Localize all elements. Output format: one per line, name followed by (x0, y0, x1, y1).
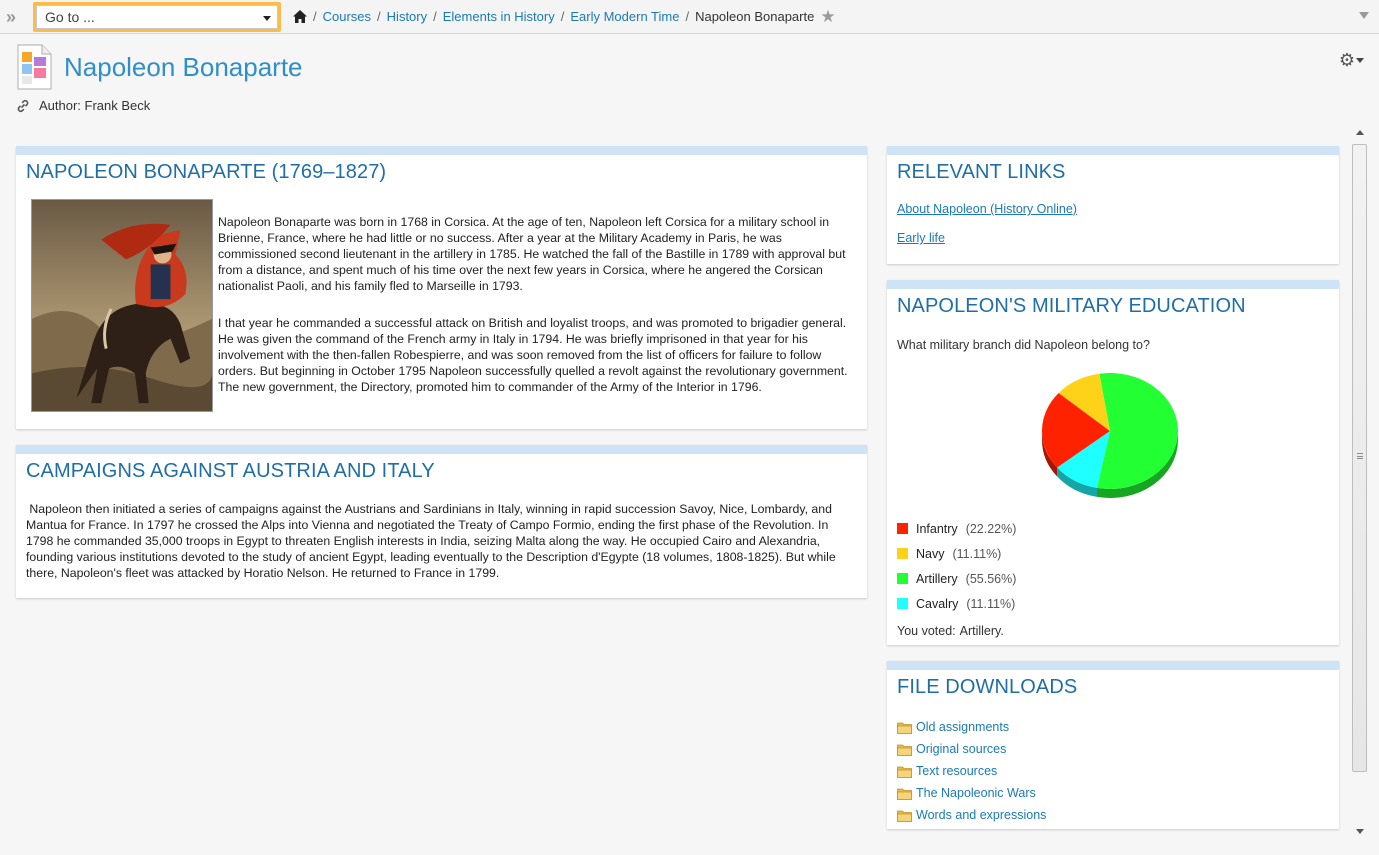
scrollbar-thumb[interactable] (1352, 144, 1367, 772)
legend-item-infantry: Infantry (22.22%) (897, 516, 1016, 541)
poll-voted-text: You voted: Artillery. (897, 624, 1004, 638)
home-icon[interactable] (293, 10, 307, 23)
breadcrumb-courses[interactable]: Courses (323, 9, 371, 24)
breadcrumb-early-modern-time[interactable]: Early Modern Time (570, 9, 679, 24)
page-type-icon (17, 44, 52, 90)
bio-card-title: NAPOLEON BONAPARTE (1769–1827) (26, 161, 387, 183)
file-label: Old assignments (916, 720, 1010, 734)
file-item[interactable]: Old assignments (897, 720, 1009, 734)
bio-text: Napoleon Bonaparte was born in 1768 in C… (218, 214, 858, 416)
relevant-links-card: RELEVANT LINKS About Napoleon (History O… (887, 146, 1339, 264)
poll-pie-chart (1042, 373, 1178, 498)
campaigns-card: CAMPAIGNS AGAINST AUSTRIA AND ITALY Napo… (16, 445, 867, 598)
breadcrumb-history[interactable]: History (387, 9, 427, 24)
goto-select[interactable]: Go to ... (36, 5, 278, 29)
page-title: Napoleon Bonaparte (64, 52, 303, 82)
author-text: Author: Frank Beck (39, 98, 151, 113)
legend-swatch (897, 573, 908, 584)
poll-legend: Infantry (22.22%) Navy (11.11%) Artillery (55… (897, 516, 1016, 616)
gear-menu-caret-icon[interactable] (1356, 58, 1364, 63)
napoleon-portrait-image (31, 199, 213, 412)
legend-item-artillery: Artillery (55.56%) (897, 566, 1016, 591)
collapse-chevron-icon[interactable] (1359, 12, 1369, 19)
legend-label: Infantry (916, 521, 958, 536)
legend-percent: (11.11%) (966, 596, 1016, 611)
legend-percent: (55.56%) (965, 571, 1017, 586)
legend-percent: (22.22%) (965, 521, 1017, 536)
voted-label: You voted: (897, 624, 956, 638)
gear-icon[interactable]: ⚙ (1339, 50, 1355, 71)
campaigns-text: Napoleon then initiated a series of camp… (26, 502, 840, 580)
file-downloads-card: FILE DOWNLOADS Old assignments Original s… (887, 661, 1339, 829)
relevant-links-title: RELEVANT LINKS (897, 161, 1066, 183)
goto-dropdown[interactable]: Go to ... (33, 2, 281, 32)
chevron-down-icon (263, 16, 271, 21)
legend-item-navy: Navy (11.11%) (897, 541, 1016, 566)
folder-icon (897, 766, 912, 778)
folder-icon (897, 744, 912, 756)
file-item[interactable]: Original sources (897, 742, 1006, 756)
expand-sidebar-icon[interactable]: » (6, 8, 26, 26)
link-icon (17, 99, 29, 112)
folder-icon (897, 810, 912, 822)
file-item[interactable]: Text resources (897, 764, 997, 778)
file-label: Text resources (916, 764, 998, 778)
poll-card: NAPOLEON'S MILITARY EDUCATION What milit… (887, 280, 1339, 645)
file-label: Words and expressions (916, 808, 1047, 822)
bio-card: NAPOLEON BONAPARTE (1769–1827) Napoleon … (16, 146, 867, 429)
folder-icon (897, 788, 912, 800)
legend-item-cavalry: Cavalry (11.11%) (897, 591, 1016, 616)
legend-swatch (897, 598, 908, 609)
legend-label: Artillery (916, 571, 958, 586)
file-item[interactable]: The Napoleonic Wars (897, 786, 1036, 800)
legend-label: Navy (916, 546, 945, 561)
poll-question: What military branch did Napoleon belong… (897, 338, 1150, 352)
legend-percent: (11.11%) (952, 546, 1002, 561)
voted-value: Artillery. (959, 624, 1004, 638)
poll-card-title: NAPOLEON'S MILITARY EDUCATION (897, 295, 1246, 317)
top-navigation-bar: » Go to ... / Courses / History / Elemen… (0, 0, 1379, 34)
star-icon[interactable]: ★ (820, 8, 835, 25)
file-label: The Napoleonic Wars (916, 786, 1036, 800)
file-label: Original sources (916, 742, 1007, 756)
file-item[interactable]: Words and expressions (897, 808, 1046, 822)
folder-icon (897, 722, 912, 734)
file-downloads-title: FILE DOWNLOADS (897, 676, 1078, 698)
link-early-life[interactable]: Early life (897, 231, 945, 245)
bio-paragraph-2: I that year he commanded a successful at… (218, 316, 848, 394)
legend-label: Cavalry (916, 596, 959, 611)
breadcrumb-elements-in-history[interactable]: Elements in History (443, 9, 555, 24)
scroll-down-icon[interactable] (1356, 829, 1364, 834)
breadcrumb-current: Napoleon Bonaparte (695, 9, 815, 24)
legend-swatch (897, 548, 908, 559)
breadcrumb: / Courses / History / Elements in Histor… (293, 8, 836, 25)
legend-swatch (897, 523, 908, 534)
link-about-napoleon[interactable]: About Napoleon (History Online) (897, 202, 1077, 216)
page-scrollbar[interactable] (1351, 126, 1368, 838)
author-line: Author: Frank Beck (16, 98, 150, 113)
bio-paragraph-1: Napoleon Bonaparte was born in 1768 in C… (218, 215, 846, 293)
scroll-up-icon[interactable] (1356, 130, 1364, 135)
campaigns-card-title: CAMPAIGNS AGAINST AUSTRIA AND ITALY (26, 460, 435, 482)
goto-placeholder: Go to ... (45, 9, 95, 25)
